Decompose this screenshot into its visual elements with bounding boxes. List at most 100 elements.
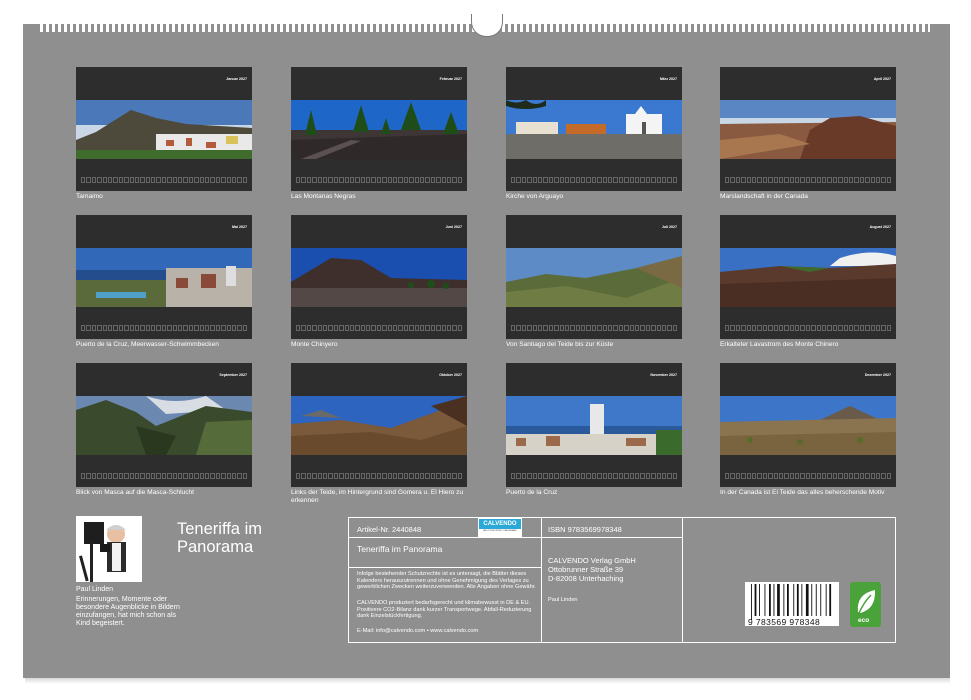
day-cell — [425, 177, 430, 183]
barcode-bar — [829, 584, 832, 616]
day-cell — [575, 325, 581, 331]
day-cell — [393, 325, 398, 331]
day-cell — [645, 325, 651, 331]
day-cell — [516, 177, 521, 183]
month-label: Juli 2027 — [661, 225, 677, 229]
day-cell — [537, 177, 543, 183]
info-rule-1 — [348, 537, 542, 538]
day-cell — [102, 473, 107, 479]
day-cell — [667, 473, 672, 479]
day-cell — [134, 325, 140, 331]
day-cell — [419, 325, 425, 331]
day-cell — [886, 177, 892, 183]
day-cell — [86, 325, 91, 331]
day-cell — [360, 325, 366, 331]
barcode-bar — [787, 584, 789, 616]
day-cell — [301, 473, 306, 479]
day-cell — [854, 473, 859, 479]
day-cell — [805, 473, 811, 479]
day-cell — [751, 177, 757, 183]
day-cell — [570, 325, 575, 331]
day-cell — [409, 177, 414, 183]
day-cell — [811, 473, 816, 479]
panorama-photo — [291, 396, 467, 455]
day-cell — [161, 473, 167, 479]
day-cell — [725, 473, 730, 479]
day-cell — [414, 473, 419, 479]
day-cell — [306, 177, 312, 183]
day-cell — [757, 177, 762, 183]
day-cell — [548, 473, 554, 479]
day-cell — [419, 177, 425, 183]
day-cell — [107, 325, 113, 331]
day-cell — [360, 473, 366, 479]
day-cell — [624, 473, 629, 479]
day-cell — [532, 325, 537, 331]
day-cell — [145, 473, 151, 479]
day-cell — [559, 177, 564, 183]
day-cell — [789, 325, 795, 331]
month-label: Januar 2027 — [226, 77, 247, 81]
day-cell — [613, 325, 618, 331]
day-cell — [382, 473, 387, 479]
day-cell — [328, 177, 333, 183]
day-cell — [800, 325, 805, 331]
day-cell — [178, 473, 183, 479]
day-cell — [629, 473, 634, 479]
day-cell — [199, 177, 204, 183]
day-grid — [296, 325, 463, 331]
day-cell — [773, 473, 778, 479]
day-cell — [333, 325, 339, 331]
day-cell — [859, 177, 865, 183]
day-cell — [86, 177, 91, 183]
day-cell — [800, 177, 805, 183]
day-cell — [322, 473, 328, 479]
day-cell — [403, 325, 409, 331]
day-cell — [848, 473, 854, 479]
day-cell — [371, 325, 376, 331]
month-caption: Puerto de la Cruz, Meerwasser-Schwimmbec… — [76, 341, 219, 348]
day-cell — [618, 177, 624, 183]
info-calendar-title: Teneriffa im Panorama — [357, 544, 443, 554]
day-cell — [832, 473, 838, 479]
day-cell — [881, 177, 886, 183]
day-cell — [554, 325, 559, 331]
day-cell — [151, 473, 156, 479]
month-thumbnail: Juni 2027 — [291, 215, 467, 339]
day-cell — [446, 325, 452, 331]
day-cell — [608, 325, 613, 331]
day-cell — [317, 325, 322, 331]
day-cell — [457, 177, 463, 183]
day-cell — [366, 473, 371, 479]
day-cell — [634, 177, 640, 183]
info-rule-2 — [348, 567, 542, 568]
barcode-bar — [801, 584, 803, 616]
day-cell — [532, 473, 537, 479]
day-cell — [339, 325, 344, 331]
day-cell — [446, 473, 452, 479]
day-cell — [349, 325, 355, 331]
day-cell — [296, 325, 301, 331]
day-cell — [859, 325, 865, 331]
day-cell — [548, 325, 554, 331]
day-cell — [140, 177, 145, 183]
day-cell — [656, 177, 661, 183]
day-cell — [757, 325, 762, 331]
day-cell — [355, 325, 360, 331]
day-cell — [870, 325, 875, 331]
day-cell — [183, 473, 188, 479]
day-cell — [805, 325, 811, 331]
panorama-photo — [76, 248, 252, 307]
day-cell — [221, 177, 226, 183]
day-cell — [312, 473, 317, 479]
panorama-photo — [720, 100, 896, 159]
day-cell — [511, 473, 516, 479]
day-cell — [730, 177, 735, 183]
day-cell — [446, 177, 452, 183]
day-cell — [145, 325, 151, 331]
day-cell — [231, 473, 237, 479]
day-cell — [672, 177, 678, 183]
day-cell — [210, 177, 215, 183]
month-label: Dezember 2027 — [864, 373, 891, 377]
day-cell — [97, 177, 102, 183]
